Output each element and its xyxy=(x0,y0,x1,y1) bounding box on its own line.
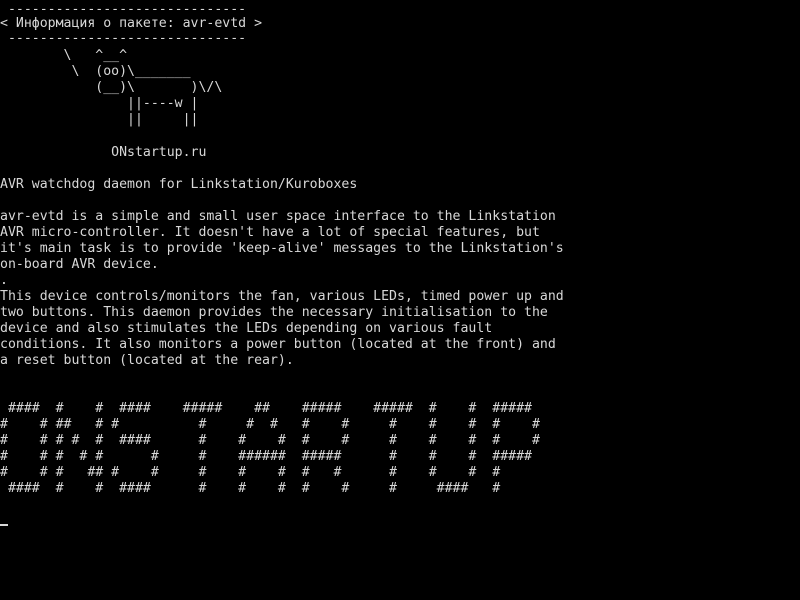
cowsay-message: < Информация о пакете: avr-evtd > xyxy=(0,16,263,31)
text-cursor xyxy=(0,524,8,526)
cow-art-line-2: \ (oo)\_______ xyxy=(0,64,191,79)
description-line: AVR micro-controller. It doesn't have a … xyxy=(0,225,540,240)
banner-line: # # # # # # # ###### ##### # # # ##### xyxy=(0,449,532,464)
description-line: This device controls/monitors the fan, v… xyxy=(0,289,564,304)
banner-line: # # ## # # # # # # # # # # # # xyxy=(0,417,540,432)
banner-line: #### # # #### ##### ## ##### ##### # # #… xyxy=(0,401,532,416)
description-line: two buttons. This daemon provides the ne… xyxy=(0,305,548,320)
cow-art-line-5: || || xyxy=(0,112,199,127)
banner-line: # # # # # #### # # # # # # # # # # xyxy=(0,433,540,448)
package-summary: AVR watchdog daemon for Linkstation/Kuro… xyxy=(0,177,358,192)
banner-line: #### # # #### # # # # # # #### # xyxy=(0,481,501,496)
description-line: a reset button (located at the rear). xyxy=(0,353,294,368)
description-line: avr-evtd is a simple and small user spac… xyxy=(0,209,556,224)
description-line: it's main task is to provide 'keep-alive… xyxy=(0,241,564,256)
cow-art-line-1: \ ^__^ xyxy=(0,48,128,63)
cow-art-line-3: (__)\ )\/\ xyxy=(0,80,223,95)
banner-line: # # # ## # # # # # # # # # # # xyxy=(0,465,501,480)
cowsay-border-bottom: ------------------------------ xyxy=(0,31,247,46)
terminal-screen[interactable]: ------------------------------ < Информа… xyxy=(0,0,800,600)
cow-art-line-4: ||----w | xyxy=(0,96,199,111)
site-name: ONstartup.ru xyxy=(0,145,207,160)
description-line: on-board AVR device. xyxy=(0,257,159,272)
description-line: conditions. It also monitors a power but… xyxy=(0,337,556,352)
description-line: device and also stimulates the LEDs depe… xyxy=(0,321,493,336)
description-line: . xyxy=(0,273,8,288)
